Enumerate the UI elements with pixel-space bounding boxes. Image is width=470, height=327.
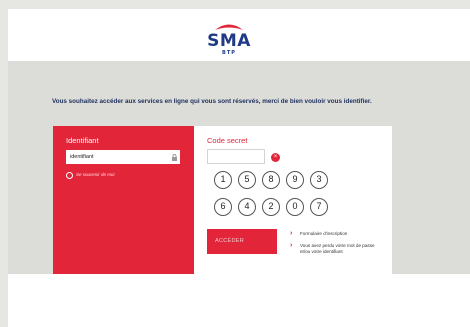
close-icon[interactable]: ×: [271, 153, 280, 162]
lost-password-link-label: Vous avez perdu votre mot de passe et/ou…: [300, 243, 375, 254]
logo-arc-icon: [215, 24, 243, 30]
identifier-panel: Identifiant Se souvenir de moi: [53, 126, 194, 277]
page-footer: [8, 274, 470, 327]
sma-btp-logo[interactable]: SMA BTP: [194, 21, 264, 57]
intro-text: Vous souhaitez accéder aux services en l…: [52, 98, 372, 105]
keypad-key[interactable]: 4: [238, 198, 256, 216]
remember-me-radio[interactable]: [66, 172, 73, 179]
keypad-key[interactable]: 5: [238, 171, 256, 189]
keypad-key[interactable]: 6: [214, 198, 232, 216]
keypad-key[interactable]: 2: [262, 198, 280, 216]
chevron-right-icon: ›: [290, 230, 293, 237]
browser-page: SMA BTP Vous souhaitez accéder aux servi…: [8, 9, 470, 327]
secret-code-input[interactable]: [207, 149, 265, 164]
identifier-title: Identifiant: [66, 136, 99, 145]
keypad-key[interactable]: 9: [286, 171, 304, 189]
site-header: SMA BTP: [8, 9, 470, 61]
login-section: Vous souhaitez accéder aux services en l…: [8, 61, 470, 277]
keypad-key[interactable]: 1: [214, 171, 232, 189]
logo-wordmark: SMA: [207, 31, 251, 51]
keypad-key[interactable]: 7: [310, 198, 328, 216]
lock-icon: [172, 154, 177, 161]
keypad-key[interactable]: 3: [310, 171, 328, 189]
secret-code-panel: Code secret × 1 5 8 9 3 6 4 2 0 7 ACCÉDE…: [194, 126, 392, 277]
logo-subtitle: BTP: [222, 50, 236, 56]
chevron-right-icon: ›: [290, 242, 293, 249]
submit-button[interactable]: ACCÉDER: [207, 229, 277, 254]
registration-link-label: Formulaire d'inscription: [300, 231, 348, 236]
remember-me-label: Se souvenir de moi: [76, 172, 115, 177]
keypad-key[interactable]: 0: [286, 198, 304, 216]
secret-code-title: Code secret: [207, 136, 248, 145]
identifier-input[interactable]: [66, 150, 180, 164]
keypad-key[interactable]: 8: [262, 171, 280, 189]
